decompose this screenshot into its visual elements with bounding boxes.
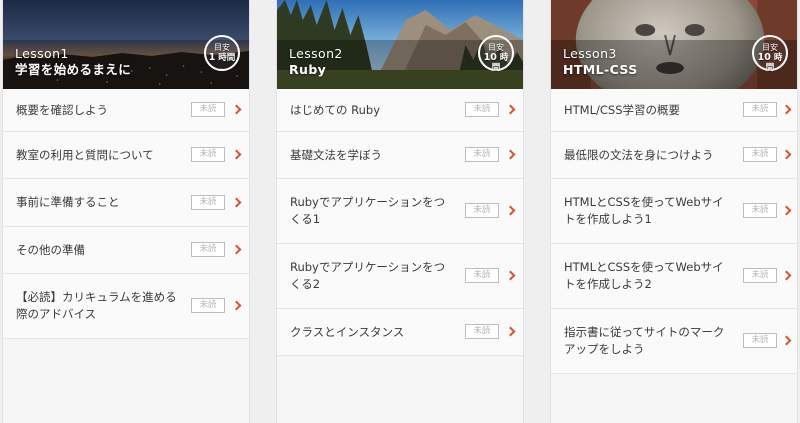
item-label: 指示書に従ってサイトのマークアップをしよう bbox=[564, 325, 725, 356]
item-label: Rubyでアプリケーションをつくる1 bbox=[290, 195, 446, 226]
lesson-title-3: Lesson3 HTML-CSS bbox=[563, 46, 638, 78]
chevron-right-icon bbox=[781, 270, 792, 281]
item-label: HTML/CSS学習の概要 bbox=[564, 102, 681, 117]
lesson-header-3[interactable]: Lesson3 HTML-CSS 目安 10 時間 bbox=[551, 0, 797, 89]
lesson-card-3: Lesson3 HTML-CSS 目安 10 時間 HTML/CSS学習の概要 … bbox=[550, 0, 798, 423]
duration-number: 10 bbox=[757, 52, 771, 63]
chevron-right-icon bbox=[781, 149, 792, 160]
unread-status-badge: 未読 bbox=[743, 203, 777, 218]
unread-status-badge: 未読 bbox=[465, 268, 499, 283]
chevron-right-icon bbox=[505, 326, 516, 337]
chevron-right-icon bbox=[781, 104, 792, 115]
item-label: Rubyでアプリケーションをつくる2 bbox=[290, 260, 446, 291]
list-item[interactable]: 最低限の文法を身につけよう 未読 bbox=[551, 132, 797, 179]
duration-badge: 目安 10 時間 bbox=[478, 35, 514, 74]
unread-status-badge: 未読 bbox=[743, 333, 777, 348]
chevron-right-icon bbox=[505, 104, 516, 115]
list-item[interactable]: その他の準備 未読 bbox=[3, 227, 249, 274]
list-item[interactable]: Rubyでアプリケーションをつくる1 未読 bbox=[277, 179, 523, 244]
lesson-header-2[interactable]: Lesson2 Ruby 目安 10 時間 bbox=[277, 0, 523, 89]
list-item[interactable]: 指示書に従ってサイトのマークアップをしよう 未読 bbox=[551, 309, 797, 374]
chevron-right-icon bbox=[231, 149, 242, 160]
list-item[interactable]: 教室の利用と質問について 未読 bbox=[3, 132, 249, 179]
unread-status-badge: 未読 bbox=[465, 203, 499, 218]
duration-value: 10 時間 bbox=[754, 52, 786, 74]
unread-status-badge: 未読 bbox=[743, 102, 777, 117]
unread-status-badge: 未読 bbox=[191, 242, 225, 257]
unread-status-badge: 未読 bbox=[743, 147, 777, 162]
item-label: その他の準備 bbox=[16, 242, 85, 257]
unread-status-badge: 未読 bbox=[465, 147, 499, 162]
unread-status-badge: 未読 bbox=[743, 268, 777, 283]
chevron-right-icon bbox=[781, 205, 792, 216]
item-label: 最低限の文法を身につけよう bbox=[564, 147, 714, 162]
item-label: はじめての Ruby bbox=[290, 102, 381, 117]
list-item[interactable]: 基礎文法を学ぼう 未読 bbox=[277, 132, 523, 179]
duration-number: 10 bbox=[483, 52, 497, 63]
chevron-right-icon bbox=[231, 300, 242, 311]
unread-status-badge: 未読 bbox=[191, 147, 225, 162]
list-item[interactable]: HTMLとCSSを使ってWebサイトを作成しよう2 未読 bbox=[551, 244, 797, 309]
chevron-right-icon bbox=[231, 244, 242, 255]
unread-status-badge: 未読 bbox=[465, 102, 499, 117]
duration-badge: 目安 10 時間 bbox=[752, 35, 788, 74]
item-label: 概要を確認しよう bbox=[16, 102, 108, 117]
lesson-subtitle: 学習を始めるまえに bbox=[15, 62, 132, 77]
unread-status-badge: 未読 bbox=[191, 102, 225, 117]
list-item[interactable]: 事前に準備すること 未読 bbox=[3, 179, 249, 227]
chevron-right-icon bbox=[505, 270, 516, 281]
item-label: クラスとインスタンス bbox=[290, 324, 405, 339]
lesson-number: Lesson1 bbox=[15, 46, 69, 61]
unread-status-badge: 未読 bbox=[191, 298, 225, 313]
list-item[interactable]: 【必読】カリキュラムを進める際のアドバイス 未読 bbox=[3, 274, 249, 339]
lesson-subtitle: Ruby bbox=[289, 62, 327, 77]
chevron-right-icon bbox=[781, 335, 792, 346]
lesson-number: Lesson2 bbox=[289, 46, 343, 61]
list-item[interactable]: HTMLとCSSを使ってWebサイトを作成しよう1 未読 bbox=[551, 179, 797, 244]
unread-status-badge: 未読 bbox=[191, 194, 225, 210]
duration-badge: 目安 1 時間 bbox=[204, 35, 240, 71]
chevron-right-icon bbox=[505, 149, 516, 160]
unread-status-badge: 未読 bbox=[465, 324, 499, 339]
duration-number: 1 bbox=[208, 52, 216, 63]
item-label: 事前に準備すること bbox=[16, 195, 120, 209]
duration-value: 10 時間 bbox=[480, 52, 512, 74]
list-item[interactable]: HTML/CSS学習の概要 未読 bbox=[551, 89, 797, 132]
list-item[interactable]: クラスとインスタンス 未読 bbox=[277, 309, 523, 356]
duration-unit: 時間 bbox=[218, 53, 236, 63]
lesson-card-1: Lesson1 学習を始めるまえに 目安 1 時間 概要を確認しよう 未読 教室… bbox=[2, 0, 250, 423]
duration-value: 1 時間 bbox=[206, 52, 238, 64]
item-label: 基礎文法を学ぼう bbox=[290, 147, 382, 162]
item-label: 【必読】カリキュラムを進める際のアドバイス bbox=[16, 290, 177, 321]
lesson-number: Lesson3 bbox=[563, 46, 617, 61]
list-item[interactable]: はじめての Ruby 未読 bbox=[277, 89, 523, 132]
lesson-card-2: Lesson2 Ruby 目安 10 時間 はじめての Ruby 未読 基礎文法… bbox=[276, 0, 524, 423]
lesson-title-1: Lesson1 学習を始めるまえに bbox=[15, 46, 131, 78]
item-label: HTMLとCSSを使ってWebサイトを作成しよう1 bbox=[564, 195, 724, 226]
lesson-subtitle: HTML-CSS bbox=[563, 62, 638, 77]
item-label: HTMLとCSSを使ってWebサイトを作成しよう2 bbox=[564, 260, 724, 291]
item-label: 教室の利用と質問について bbox=[16, 147, 154, 162]
lesson-header-1[interactable]: Lesson1 学習を始めるまえに 目安 1 時間 bbox=[3, 0, 249, 89]
list-item[interactable]: Rubyでアプリケーションをつくる2 未読 bbox=[277, 244, 523, 309]
list-item[interactable]: 概要を確認しよう 未読 bbox=[3, 89, 249, 132]
chevron-right-icon bbox=[505, 205, 516, 216]
chevron-right-icon bbox=[231, 197, 242, 207]
chevron-right-icon bbox=[231, 104, 242, 115]
lesson-title-2: Lesson2 Ruby bbox=[289, 46, 343, 78]
